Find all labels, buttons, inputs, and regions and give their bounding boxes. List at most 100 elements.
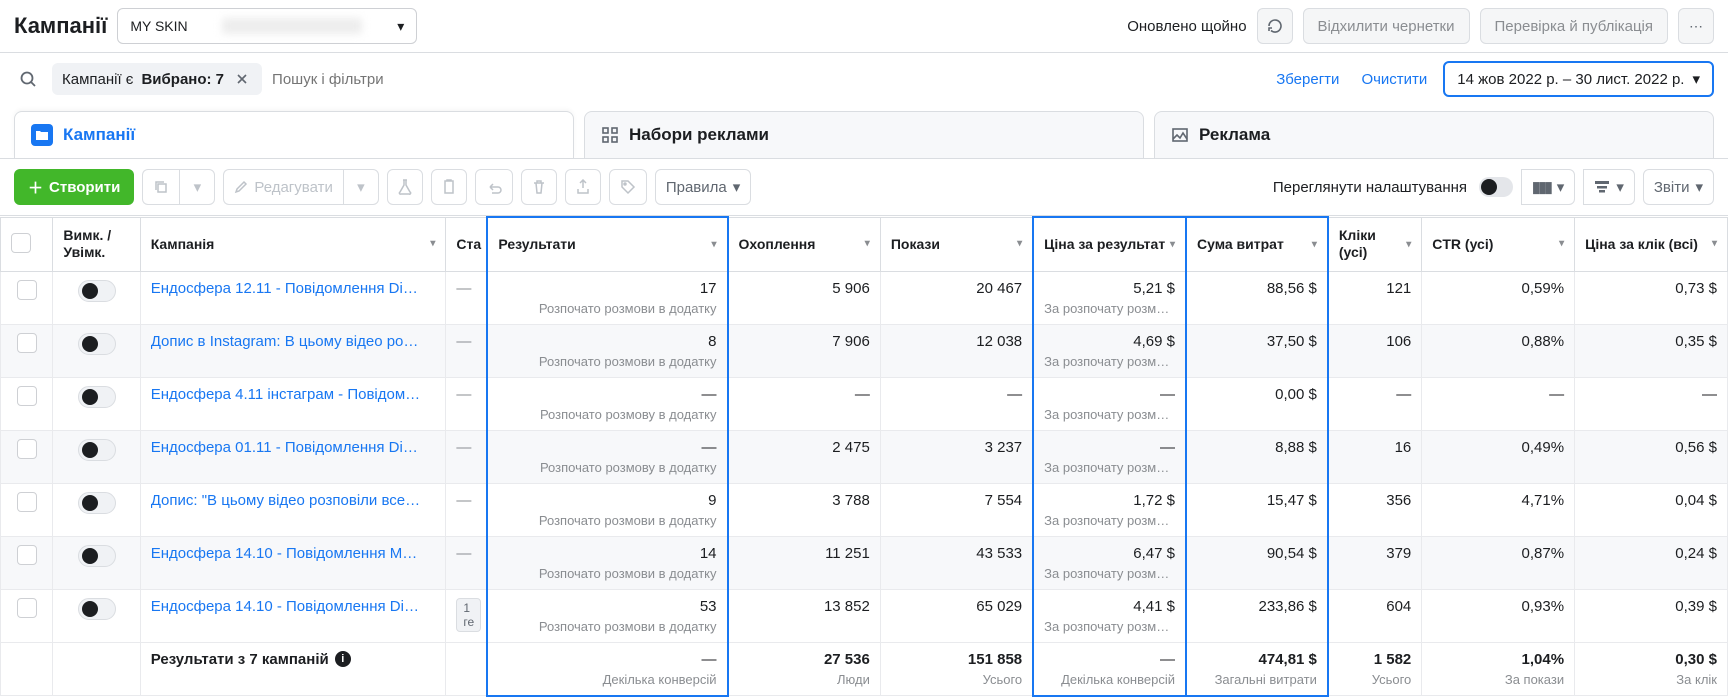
- row-checkbox[interactable]: [17, 492, 37, 512]
- row-checkbox[interactable]: [17, 333, 37, 353]
- col-results[interactable]: Результати▾: [487, 217, 727, 271]
- col-cpc[interactable]: Ціна за клік (всі)▾: [1575, 217, 1728, 271]
- tag-button[interactable]: [609, 169, 647, 205]
- more-menu-button[interactable]: ⋯: [1678, 8, 1714, 44]
- table-row[interactable]: Допис в Instagram: В цьому відео ро… — 8…: [1, 324, 1728, 377]
- save-filter-link[interactable]: Зберегти: [1270, 71, 1345, 88]
- toolbar: ＋ Створити ▾ Редагувати ▾ Правила ▾ Пере…: [0, 158, 1728, 215]
- date-range-button[interactable]: 14 жов 2022 р. – 30 лист. 2022 р. ▾: [1443, 61, 1714, 97]
- clear-filter-link[interactable]: Очистити: [1355, 71, 1433, 88]
- row-checkbox[interactable]: [17, 545, 37, 565]
- account-selector[interactable]: MY SKIN ▾: [117, 8, 417, 44]
- col-impressions[interactable]: Покази▾: [880, 217, 1033, 271]
- results-sub: Розпочато розмову в додатку: [498, 407, 716, 422]
- cpr-value: —: [1044, 439, 1175, 456]
- impressions-value: 20 467: [891, 280, 1022, 297]
- row-toggle[interactable]: [78, 280, 116, 302]
- row-toggle[interactable]: [78, 545, 116, 567]
- table-row[interactable]: Ендосфера 14.10 - Повідомлення Di… 1 ге …: [1, 589, 1728, 642]
- results-sub: Розпочато розмову в додатку: [498, 460, 716, 475]
- select-all-checkbox[interactable]: [11, 233, 31, 253]
- create-button[interactable]: ＋ Створити: [14, 169, 134, 205]
- status-value: —: [456, 492, 471, 509]
- table-row[interactable]: Ендосфера 14.10 - Повідомлення M… — 14Ро…: [1, 536, 1728, 589]
- ctr-value: 0,49%: [1432, 439, 1564, 456]
- results-sub: Розпочато розмови в додатку: [498, 301, 716, 316]
- row-toggle[interactable]: [78, 492, 116, 514]
- discard-drafts-button[interactable]: Відхилити чернетки: [1303, 8, 1470, 44]
- col-cost-per-result[interactable]: Ціна за результат▾: [1033, 217, 1186, 271]
- table-row[interactable]: Ендосфера 4.11 інстаграм - Повідом… — —Р…: [1, 377, 1728, 430]
- col-reach[interactable]: Охоплення▾: [728, 217, 881, 271]
- duplicate-button[interactable]: [142, 169, 179, 205]
- col-checkbox[interactable]: [1, 217, 53, 271]
- table-row[interactable]: Ендосфера 01.11 - Повідомлення Di… — — Ро…: [1, 430, 1728, 483]
- ab-test-button[interactable]: [387, 169, 423, 205]
- view-settings-toggle[interactable]: [1479, 177, 1513, 197]
- row-toggle[interactable]: [78, 333, 116, 355]
- row-toggle[interactable]: [78, 386, 116, 408]
- col-clicks[interactable]: Кліки (усі)▾: [1328, 217, 1422, 271]
- edit-dropdown[interactable]: ▾: [343, 169, 379, 205]
- col-spend[interactable]: Сума витрат▾: [1186, 217, 1328, 271]
- edit-button[interactable]: Редагувати: [223, 169, 343, 205]
- status-value: —: [456, 280, 471, 297]
- summary-impressions: 151 858: [891, 651, 1022, 668]
- campaign-name-link[interactable]: Допис: "В цьому відео розповіли все…: [151, 492, 436, 509]
- row-checkbox[interactable]: [17, 439, 37, 459]
- review-publish-button[interactable]: Перевірка й публікація: [1480, 8, 1668, 44]
- cpc-value: 0,35 $: [1585, 333, 1717, 350]
- tab-ads[interactable]: Реклама: [1154, 111, 1714, 158]
- col-status[interactable]: Ста: [446, 217, 487, 271]
- filter-chip[interactable]: Кампанії є Вибрано: 7: [52, 63, 262, 95]
- cpr-value: 1,72 $: [1044, 492, 1175, 509]
- row-checkbox[interactable]: [17, 598, 37, 618]
- campaign-name-link[interactable]: Ендосфера 4.11 інстаграм - Повідом…: [151, 386, 436, 403]
- spend-value: 90,54 $: [1197, 545, 1317, 562]
- filter-search-input[interactable]: [272, 71, 1260, 88]
- account-id-redacted: [222, 18, 362, 34]
- row-toggle[interactable]: [78, 439, 116, 461]
- copy-button[interactable]: [431, 169, 467, 205]
- cpr-value: 4,41 $: [1044, 598, 1175, 615]
- columns-button[interactable]: ▮▮▮ ▾: [1521, 169, 1575, 205]
- clicks-value: —: [1339, 386, 1411, 403]
- summary-cpr: —: [1044, 651, 1175, 668]
- results-value: 14: [498, 545, 716, 562]
- table-row[interactable]: Ендосфера 12.11 - Повідомлення Di… — 17 Р…: [1, 271, 1728, 324]
- refresh-button[interactable]: [1257, 8, 1293, 44]
- undo-button[interactable]: [475, 169, 513, 205]
- row-toggle[interactable]: [78, 598, 116, 620]
- campaign-name-link[interactable]: Ендосфера 12.11 - Повідомлення Di…: [151, 280, 436, 297]
- sort-icon: ▾: [430, 238, 435, 249]
- filter-chip-close[interactable]: [232, 69, 252, 89]
- search-icon[interactable]: [14, 65, 42, 93]
- delete-button[interactable]: [521, 169, 557, 205]
- row-checkbox[interactable]: [17, 280, 37, 300]
- tab-adsets[interactable]: Набори реклами: [584, 111, 1144, 158]
- table-row[interactable]: Допис: "В цьому відео розповіли все… — 9…: [1, 483, 1728, 536]
- campaign-name-link[interactable]: Ендосфера 14.10 - Повідомлення Di…: [151, 598, 436, 615]
- campaign-name-link[interactable]: Ендосфера 01.11 - Повідомлення Di…: [151, 439, 436, 456]
- chevron-down-icon: ▾: [733, 178, 741, 196]
- col-ctr[interactable]: CTR (усі)▾: [1422, 217, 1575, 271]
- rules-button[interactable]: Правила ▾: [655, 169, 751, 205]
- breakdown-button[interactable]: ▾: [1583, 169, 1635, 205]
- image-icon: [1171, 126, 1189, 144]
- clicks-value: 106: [1339, 333, 1411, 350]
- results-value: 17: [498, 280, 716, 297]
- info-icon[interactable]: i: [335, 651, 351, 667]
- export-button[interactable]: [565, 169, 601, 205]
- campaign-name-link[interactable]: Ендосфера 14.10 - Повідомлення M…: [151, 545, 436, 562]
- tab-campaigns[interactable]: Кампанії: [14, 111, 574, 158]
- row-checkbox[interactable]: [17, 386, 37, 406]
- status-value: —: [456, 333, 471, 350]
- campaign-name-link[interactable]: Допис в Instagram: В цьому відео ро…: [151, 333, 436, 350]
- results-value: —: [498, 439, 716, 456]
- duplicate-dropdown[interactable]: ▾: [179, 169, 215, 205]
- impressions-value: 43 533: [891, 545, 1022, 562]
- col-toggle[interactable]: Вимк. / Увімк.: [53, 217, 140, 271]
- clipboard-icon: [442, 179, 456, 195]
- reports-button[interactable]: Звіти ▾: [1643, 169, 1714, 205]
- col-campaign[interactable]: Кампанія▾: [140, 217, 446, 271]
